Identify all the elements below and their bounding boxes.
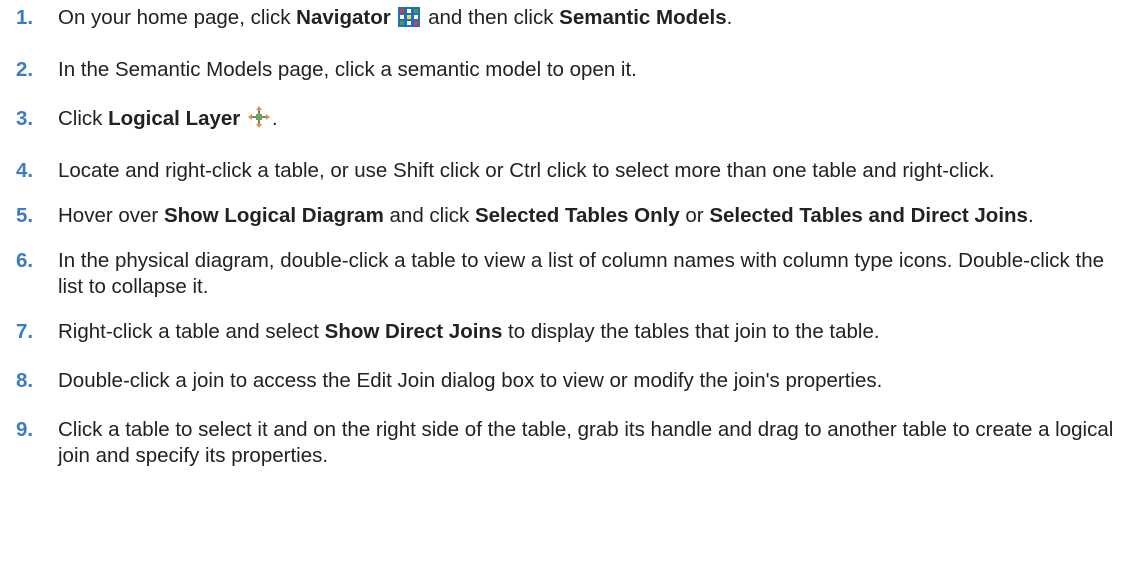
step-7: 7. Right-click a table and select Show D… xyxy=(0,319,1142,345)
step-text-segment: and click xyxy=(383,204,475,227)
four-way-arrows-icon xyxy=(247,106,270,135)
step-number: 6. xyxy=(16,249,34,272)
instruction-steps: 1. On your home page, click Navigator an… xyxy=(0,0,1142,469)
selected-tables-direct-joins-label: Selected Tables and Direct Joins xyxy=(709,204,1028,227)
step-text-segment: and then click xyxy=(422,6,560,29)
step-text: Click a table to select it and on the ri… xyxy=(58,418,1114,467)
step-text: Click Logical Layer . xyxy=(58,106,1142,135)
step-5: 5. Hover over Show Logical Diagram and c… xyxy=(0,203,1142,229)
step-number: 1. xyxy=(16,6,34,29)
step-number: 3. xyxy=(16,107,34,130)
step-number: 5. xyxy=(16,204,34,227)
logical-layer-label: Logical Layer xyxy=(108,107,241,130)
navigator-label: Navigator xyxy=(296,6,391,29)
step-text-segment: . xyxy=(1027,204,1034,227)
step-text-segment: On your home page, click xyxy=(58,6,297,29)
step-text-segment: Right-click a table and select xyxy=(58,320,325,343)
step-text: In the physical diagram, double-click a … xyxy=(58,249,1104,298)
selected-tables-only-label: Selected Tables Only xyxy=(474,204,680,227)
step-text-segment: to display the tables that join to the t… xyxy=(502,320,880,343)
step-text: Right-click a table and select Show Dire… xyxy=(58,319,1142,345)
step-text-segment: Click xyxy=(58,107,109,130)
step-number: 4. xyxy=(16,159,34,182)
step-number: 2. xyxy=(16,58,34,81)
step-number: 9. xyxy=(16,418,34,441)
step-text: On your home page, click Navigator and t… xyxy=(58,5,1142,34)
step-number: 7. xyxy=(16,320,34,343)
step-number: 8. xyxy=(16,369,34,392)
show-direct-joins-label: Show Direct Joins xyxy=(324,320,503,343)
step-text-segment: . xyxy=(271,107,278,130)
show-logical-diagram-label: Show Logical Diagram xyxy=(163,204,384,227)
step-text-segment: or xyxy=(679,204,710,227)
step-2: 2. In the Semantic Models page, click a … xyxy=(0,57,1142,83)
step-6: 6. In the physical diagram, double-click… xyxy=(0,248,1142,300)
step-3: 3. Click Logical Layer . xyxy=(0,106,1142,135)
step-text-segment: . xyxy=(726,6,733,29)
step-8: 8. Double-click a join to access the Edi… xyxy=(0,368,1142,394)
step-text: Locate and right-click a table, or use S… xyxy=(58,159,995,182)
step-text-segment: Hover over xyxy=(58,204,164,227)
step-text: Double-click a join to access the Edit J… xyxy=(58,369,883,392)
step-text: In the Semantic Models page, click a sem… xyxy=(58,58,637,81)
step-text: Hover over Show Logical Diagram and clic… xyxy=(58,203,1142,229)
step-9: 9. Click a table to select it and on the… xyxy=(0,417,1142,469)
grid-menu-icon xyxy=(398,7,421,34)
step-1: 1. On your home page, click Navigator an… xyxy=(0,5,1142,34)
semantic-models-label: Semantic Models xyxy=(559,6,727,29)
step-4: 4. Locate and right-click a table, or us… xyxy=(0,158,1142,184)
